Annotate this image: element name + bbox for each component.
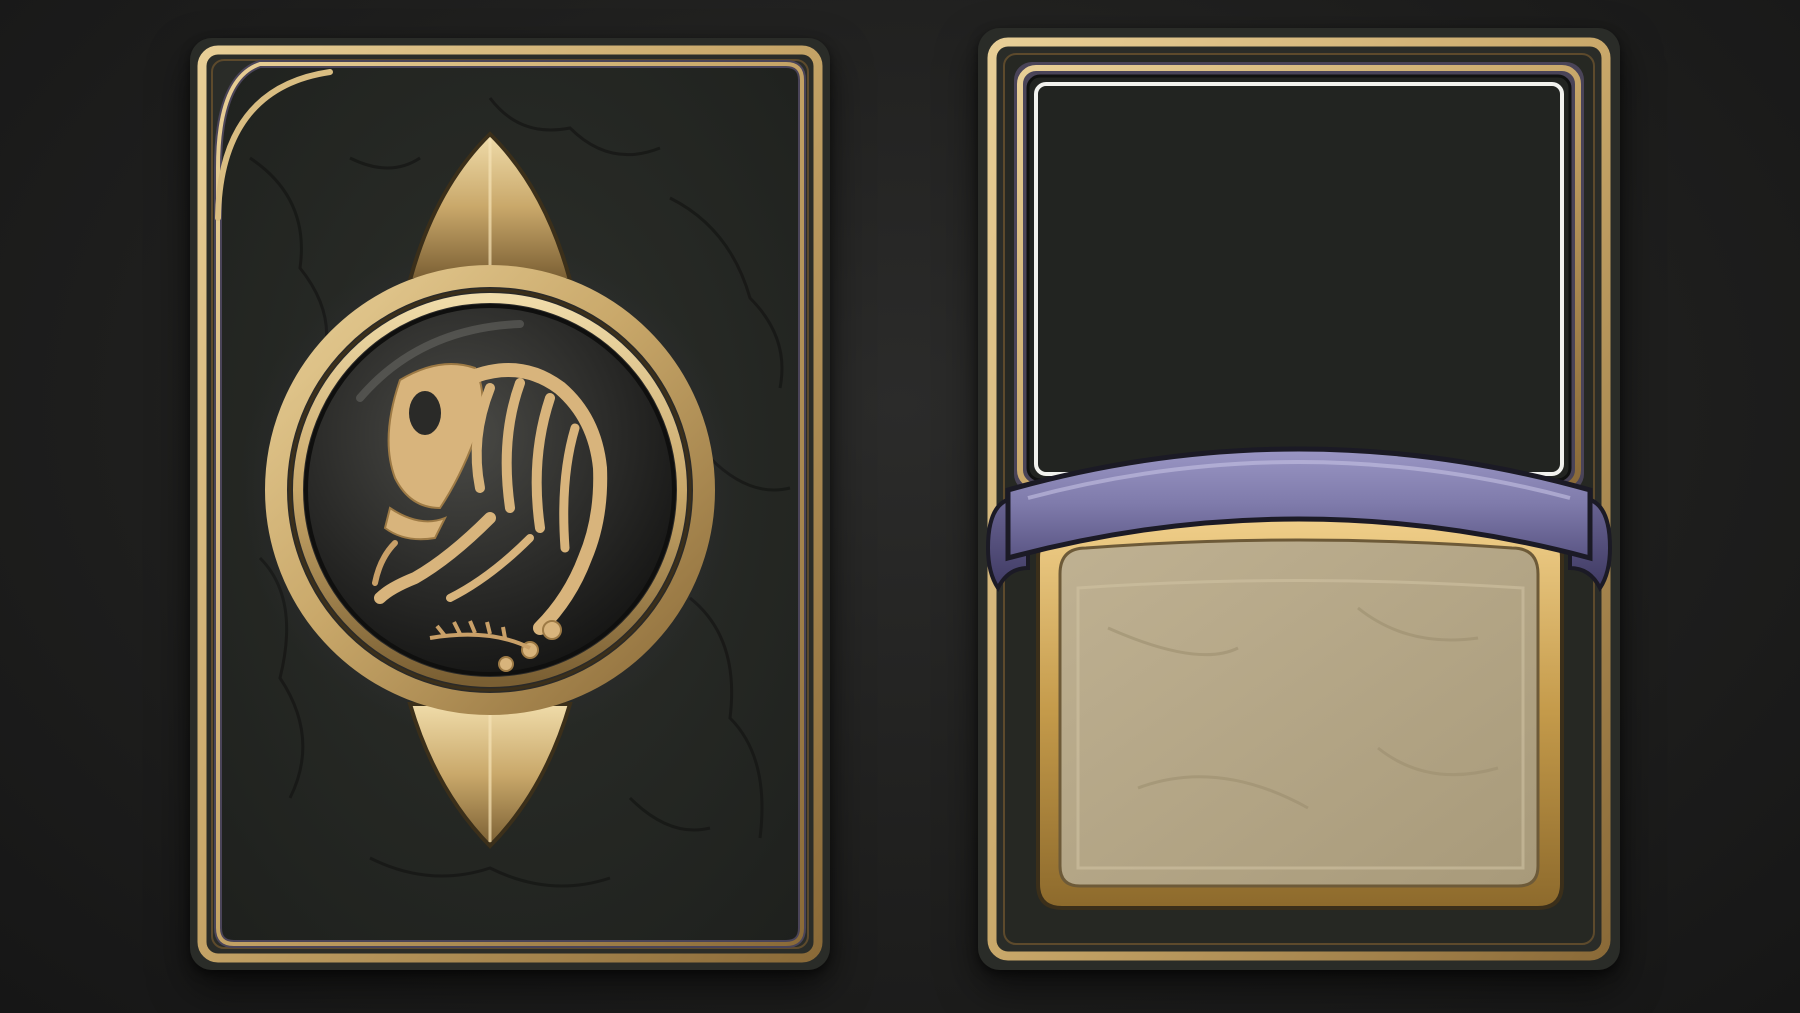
card-back-art (190, 38, 830, 970)
card-back-orb (304, 304, 676, 676)
card-front-art-window (1026, 74, 1572, 482)
card-back[interactable] (190, 38, 830, 970)
card-front-art (978, 28, 1620, 970)
card-front[interactable] (978, 28, 1620, 970)
card-front-text-panel (1058, 538, 1540, 888)
